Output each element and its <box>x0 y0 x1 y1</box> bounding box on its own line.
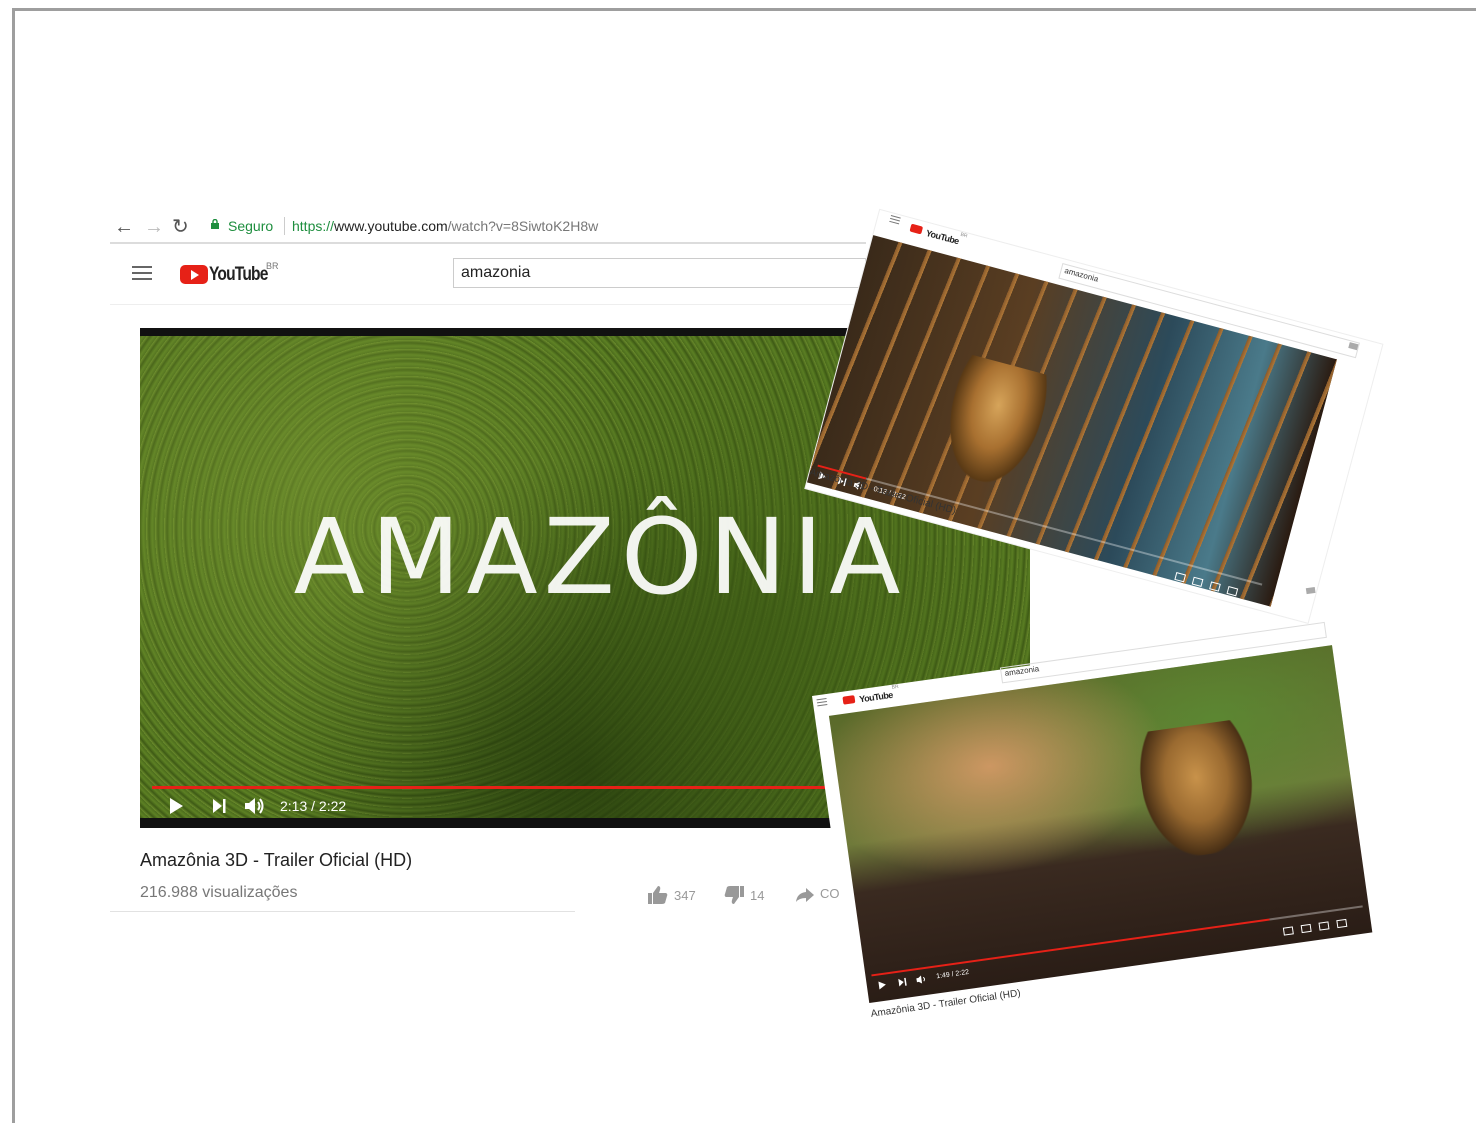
share-label: CO <box>820 886 840 901</box>
monkey-figure <box>934 353 1053 493</box>
fullscreen-icon[interactable] <box>1226 586 1239 597</box>
hamburger-menu-icon[interactable] <box>889 215 901 225</box>
youtube-play-icon <box>842 694 856 705</box>
browser-address-bar: ← → ↻ Seguro https://www.youtube.com/wat… <box>110 214 866 244</box>
theater-mode-icon[interactable] <box>1209 581 1221 592</box>
video-title: Amazônia 3D - Trailer Oficial (HD) <box>140 850 413 870</box>
reload-icon[interactable]: ↻ <box>172 216 189 238</box>
play-icon[interactable] <box>878 980 887 990</box>
video-overlay-title: AMAZÔNIA <box>293 496 907 618</box>
subtitles-icon[interactable] <box>1282 926 1294 936</box>
youtube-play-icon <box>180 265 208 284</box>
settings-icon[interactable] <box>1300 923 1312 934</box>
youtube-wordmark: YouTube <box>209 264 268 285</box>
next-icon[interactable] <box>898 977 907 987</box>
progress-bar-played[interactable] <box>871 918 1270 977</box>
subtitles-icon[interactable] <box>1174 572 1187 583</box>
settings-icon[interactable] <box>1191 576 1204 588</box>
time-display: 1:49 / 2:22 <box>935 968 970 981</box>
main-screenshot: ← → ↻ Seguro https://www.youtube.com/wat… <box>110 214 1030 934</box>
video-frame-monkey-log[interactable]: 1:49 / 2:22 <box>828 645 1373 1004</box>
volume-icon[interactable] <box>916 974 928 985</box>
region-code: BR <box>891 683 900 691</box>
view-count: 216.988 visualizações <box>140 884 298 901</box>
like-button[interactable]: 347 <box>648 886 696 904</box>
youtube-wordmark: YouTube <box>924 227 960 247</box>
thumbs-down-icon <box>724 886 744 904</box>
secure-label: Seguro <box>228 218 274 234</box>
fullscreen-icon[interactable] <box>1336 918 1348 929</box>
next-icon[interactable] <box>212 798 226 814</box>
keyboard-icon[interactable] <box>1305 586 1316 595</box>
play-icon[interactable] <box>170 798 183 814</box>
lock-icon <box>211 219 219 229</box>
theater-mode-icon[interactable] <box>1318 921 1330 931</box>
youtube-header: YouTube BR amazonia <box>110 242 866 305</box>
back-arrow-icon[interactable]: ← <box>114 216 134 238</box>
search-input[interactable]: amazonia <box>453 258 866 288</box>
url-host: www.youtube.com <box>334 218 448 234</box>
dislike-button[interactable]: 14 <box>724 886 764 904</box>
hamburger-menu-icon[interactable] <box>132 266 152 280</box>
youtube-wordmark: YouTube <box>858 689 894 705</box>
like-count: 347 <box>674 888 696 903</box>
volume-icon[interactable] <box>244 796 266 816</box>
caption-divider <box>110 911 575 912</box>
url-path: /watch?v=8SiwtoK2H8w <box>447 218 599 234</box>
region-code: BR <box>266 261 279 271</box>
url-field[interactable]: https://www.youtube.com/watch?v=8SiwtoK2… <box>292 218 598 234</box>
thumbs-up-icon <box>648 886 668 904</box>
region-code: BR <box>959 231 968 240</box>
share-arrow-icon <box>796 888 814 902</box>
monkey-figure <box>1134 718 1262 863</box>
url-protocol: https:// <box>292 218 335 234</box>
forward-arrow-icon[interactable]: → <box>144 216 164 238</box>
time-display: 2:13 / 2:22 <box>280 798 347 814</box>
dislike-count: 14 <box>750 888 765 903</box>
progress-bar[interactable] <box>152 786 832 789</box>
address-separator <box>284 217 285 235</box>
hamburger-menu-icon[interactable] <box>816 698 828 707</box>
share-button[interactable]: CO <box>796 886 840 902</box>
youtube-play-icon <box>909 223 924 235</box>
